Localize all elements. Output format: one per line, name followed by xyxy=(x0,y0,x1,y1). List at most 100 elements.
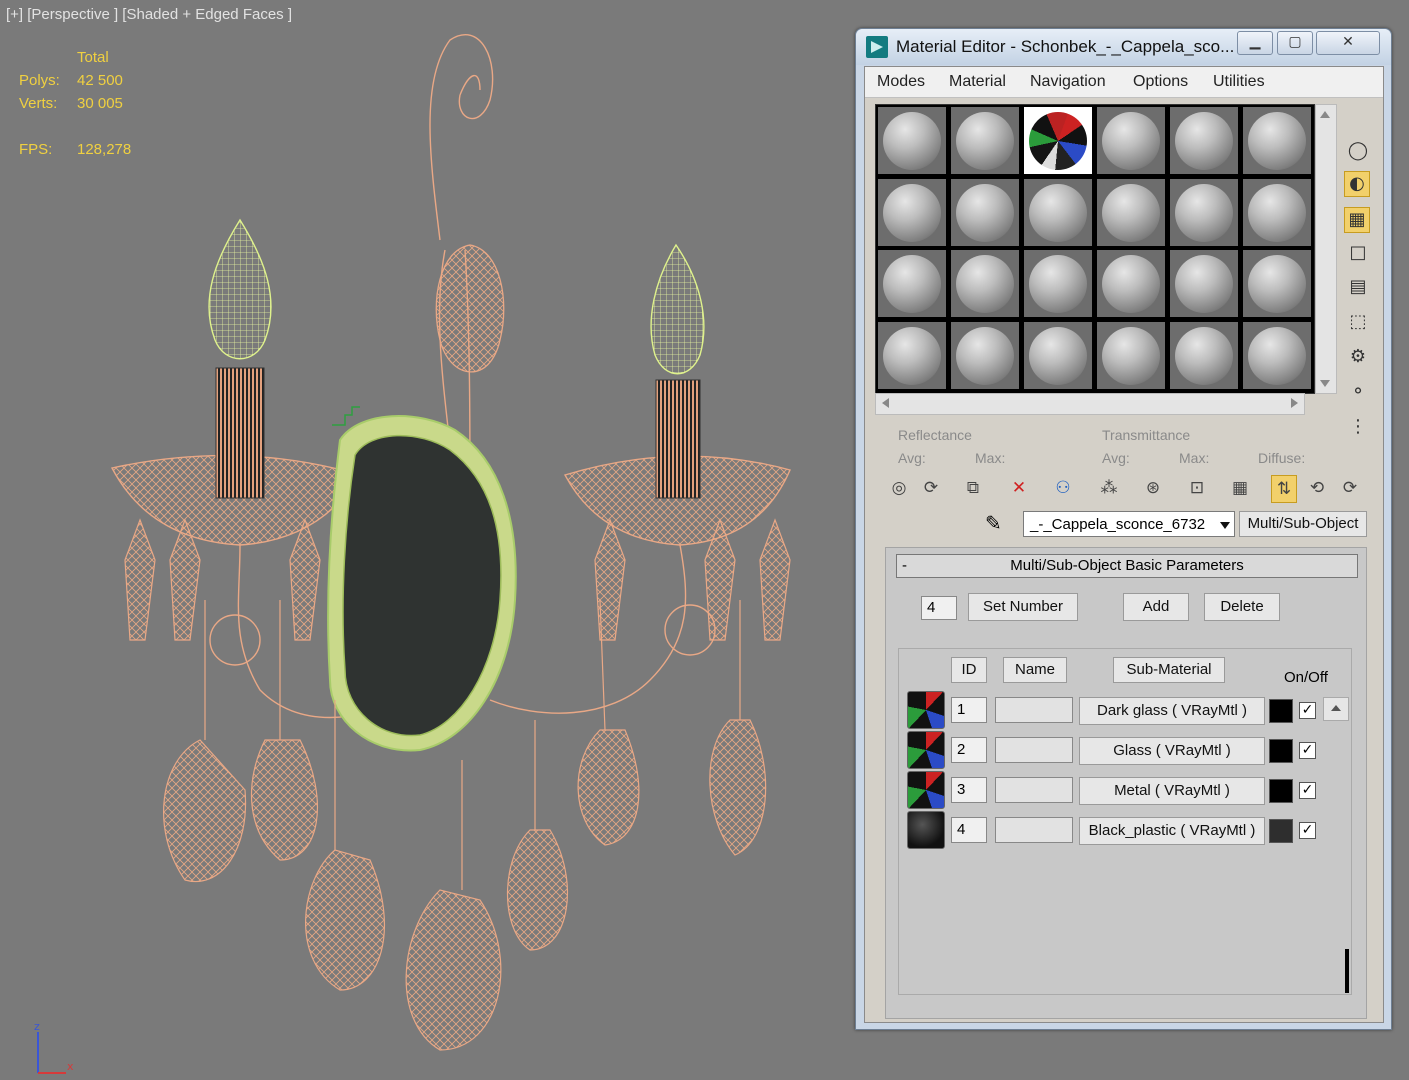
sample-slot[interactable] xyxy=(951,250,1019,317)
chevron-down-icon[interactable] xyxy=(1220,522,1230,529)
sample-slot[interactable] xyxy=(878,250,946,317)
set-number-button[interactable]: Set Number xyxy=(968,593,1078,621)
menu-material[interactable]: Material xyxy=(949,73,1006,91)
scroll-up-icon[interactable] xyxy=(1320,111,1330,118)
list-scroll-up-button[interactable] xyxy=(1323,697,1349,721)
sub-material-name-field[interactable] xyxy=(995,697,1073,723)
scroll-right-icon[interactable] xyxy=(1291,398,1298,408)
sub-material-id-field[interactable]: 2 xyxy=(951,737,987,763)
make-preview-icon[interactable]: ⬚ xyxy=(1346,310,1370,334)
sample-slot[interactable] xyxy=(951,321,1019,389)
sub-material-on-checkbox[interactable]: ✓ xyxy=(1299,822,1316,839)
eyedropper-icon[interactable]: ✎ xyxy=(985,511,1002,535)
slot-vertical-scrollbar[interactable] xyxy=(1315,104,1337,394)
list-scrollbar[interactable] xyxy=(1345,949,1349,993)
sub-material-thumbnail[interactable] xyxy=(907,731,945,769)
sample-slot[interactable] xyxy=(951,107,1019,174)
sample-slot[interactable] xyxy=(1024,250,1092,317)
sub-material-on-checkbox[interactable]: ✓ xyxy=(1299,782,1316,799)
sub-material-on-checkbox[interactable]: ✓ xyxy=(1299,742,1316,759)
menu-options[interactable]: Options xyxy=(1133,73,1188,91)
sample-slot[interactable] xyxy=(1097,250,1165,317)
sub-material-color-swatch[interactable] xyxy=(1269,779,1293,803)
sub-material-button[interactable]: Metal ( VRayMtl ) xyxy=(1079,777,1265,805)
sub-material-button[interactable]: Glass ( VRayMtl ) xyxy=(1079,737,1265,765)
sample-slot[interactable] xyxy=(951,178,1019,246)
go-to-parent-icon[interactable]: ⇅ xyxy=(1271,475,1297,503)
collapse-toggle[interactable]: - xyxy=(902,555,907,577)
sub-material-name-field[interactable] xyxy=(995,777,1073,803)
get-material-icon[interactable]: ◎ xyxy=(887,475,911,501)
sub-material-color-swatch[interactable] xyxy=(1269,819,1293,843)
sample-slot[interactable] xyxy=(878,321,946,389)
sub-material-id-field[interactable]: 4 xyxy=(951,817,987,843)
material-name-field[interactable]: _-_Cappela_sconce_6732 xyxy=(1023,511,1235,537)
sub-material-thumbnail[interactable] xyxy=(907,691,945,729)
sample-slot[interactable] xyxy=(878,178,946,246)
maximize-button[interactable]: ▢ xyxy=(1277,31,1313,55)
reset-map-icon[interactable]: ✕ xyxy=(1007,475,1031,501)
assign-to-selection-icon[interactable]: ⧉ xyxy=(961,475,985,501)
background-checker-icon[interactable]: ▦ xyxy=(1344,207,1370,233)
sconce-wireframe-model[interactable] xyxy=(0,0,850,1080)
options-icon[interactable]: ⚙ xyxy=(1346,345,1370,369)
sample-type-icon[interactable]: ◯ xyxy=(1346,139,1370,163)
sample-slot[interactable] xyxy=(1170,250,1238,317)
add-button[interactable]: Add xyxy=(1123,593,1189,621)
sort-by-id-button[interactable]: ID xyxy=(951,657,987,683)
sample-slot[interactable] xyxy=(1170,178,1238,246)
sub-material-id-field[interactable]: 1 xyxy=(951,697,987,723)
sample-slot[interactable] xyxy=(1024,178,1092,246)
material-id-channel-icon[interactable]: ⊛ xyxy=(1141,475,1165,501)
material-editor-titlebar[interactable]: Material Editor - Schonbek_-_Cappela_sco… xyxy=(856,29,1391,65)
sample-uv-tiling-icon[interactable]: □ xyxy=(1346,241,1370,265)
sample-slot[interactable] xyxy=(1243,107,1311,174)
video-color-check-icon[interactable]: ▤ xyxy=(1346,275,1370,299)
backlight-icon[interactable]: ◐ xyxy=(1344,171,1370,197)
pick-from-object-icon[interactable]: ⟳ xyxy=(1338,475,1362,501)
menu-navigation[interactable]: Navigation xyxy=(1030,73,1106,91)
menu-utilities[interactable]: Utilities xyxy=(1213,73,1265,91)
sub-material-name-field[interactable] xyxy=(995,817,1073,843)
sample-slot[interactable] xyxy=(1170,107,1238,174)
put-to-scene-icon[interactable]: ⟳ xyxy=(919,475,943,501)
material-editor-window[interactable]: Material Editor - Schonbek_-_Cappela_sco… xyxy=(855,28,1392,1030)
menu-modes[interactable]: Modes xyxy=(877,73,925,91)
sample-slot[interactable] xyxy=(1243,250,1311,317)
minimize-button[interactable]: ▁ xyxy=(1237,31,1273,55)
delete-button[interactable]: Delete xyxy=(1204,593,1280,621)
sample-slot[interactable] xyxy=(1097,107,1165,174)
sub-material-thumbnail[interactable] xyxy=(907,771,945,809)
sub-material-button[interactable]: Black_plastic ( VRayMtl ) xyxy=(1079,817,1265,845)
sub-material-button[interactable]: Dark glass ( VRayMtl ) xyxy=(1079,697,1265,725)
sub-material-on-checkbox[interactable]: ✓ xyxy=(1299,702,1316,719)
sub-material-color-swatch[interactable] xyxy=(1269,699,1293,723)
sub-material-id-field[interactable]: 3 xyxy=(951,777,987,803)
sort-by-submaterial-button[interactable]: Sub-Material xyxy=(1113,657,1225,683)
sample-slot[interactable] xyxy=(1097,178,1165,246)
sample-slot[interactable] xyxy=(1243,178,1311,246)
slot-horizontal-scrollbar[interactable] xyxy=(875,393,1305,415)
material-navigator-icon[interactable]: ⋮ xyxy=(1346,415,1370,439)
go-forward-sibling-icon[interactable]: ⟲ xyxy=(1305,475,1329,501)
scroll-left-icon[interactable] xyxy=(882,398,889,408)
sample-slot-grid[interactable] xyxy=(875,104,1315,394)
put-to-library-icon[interactable]: ⁂ xyxy=(1097,475,1121,501)
sub-material-name-field[interactable] xyxy=(995,737,1073,763)
rollout-title[interactable]: - Multi/Sub-Object Basic Parameters xyxy=(896,554,1358,578)
select-by-material-icon[interactable]: ⚬ xyxy=(1346,380,1370,404)
sample-slot[interactable] xyxy=(1170,321,1238,389)
sample-slot[interactable] xyxy=(1024,321,1092,389)
sample-slot[interactable] xyxy=(1024,107,1092,174)
close-button[interactable]: ✕ xyxy=(1316,31,1380,55)
scroll-down-icon[interactable] xyxy=(1320,380,1330,387)
sort-by-name-button[interactable]: Name xyxy=(1003,657,1067,683)
make-unique-icon[interactable]: ⚇ xyxy=(1051,475,1075,501)
set-number-field[interactable]: 4 xyxy=(921,596,957,620)
show-end-result-icon[interactable]: ▦ xyxy=(1228,475,1252,501)
sample-slot[interactable] xyxy=(878,107,946,174)
material-type-button[interactable]: Multi/Sub-Object xyxy=(1239,511,1367,537)
sample-slot[interactable] xyxy=(1243,321,1311,389)
show-map-icon[interactable]: ⊡ xyxy=(1185,475,1209,501)
sub-material-thumbnail[interactable] xyxy=(907,811,945,849)
